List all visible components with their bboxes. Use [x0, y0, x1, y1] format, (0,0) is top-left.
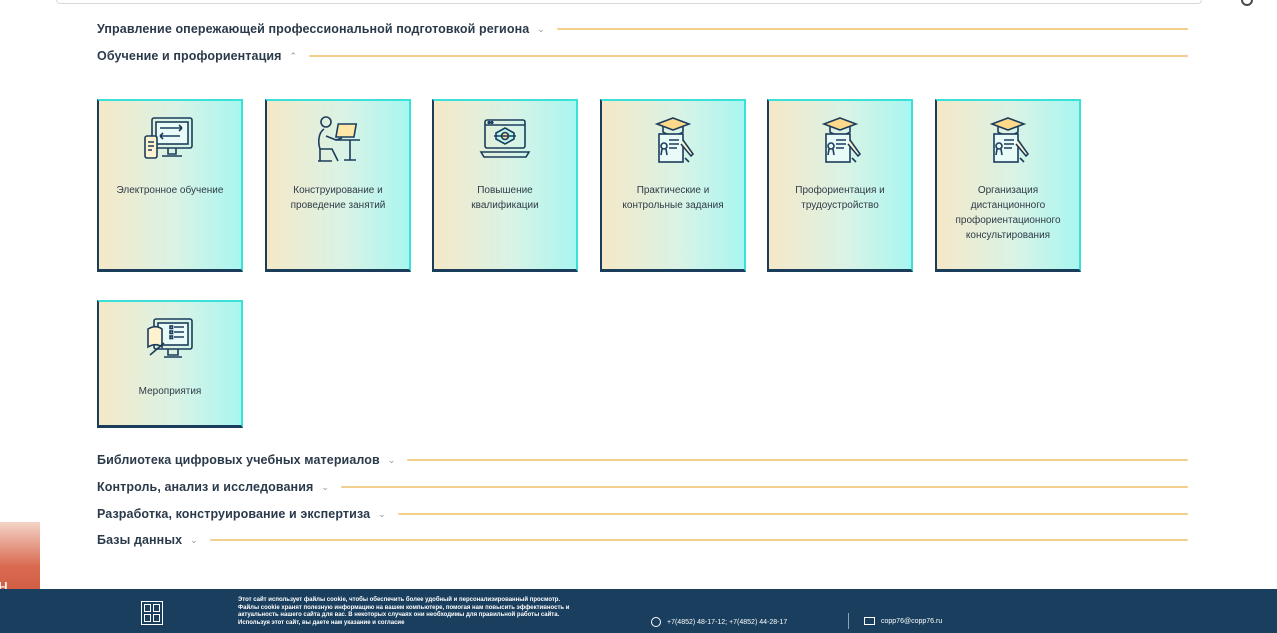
tile-konstruirovanie[interactable]: Конструирование и проведение занятий — [265, 99, 411, 272]
logo-icon[interactable] — [141, 601, 163, 625]
tile-label: Мероприятия — [138, 386, 202, 397]
cookie-notice: Этот сайт использует файлы cookie, чтобы… — [238, 597, 570, 626]
section-divider-line — [340, 486, 1188, 488]
chevron-down-icon[interactable]: ⌄ — [321, 482, 329, 492]
section-upravlenie[interactable]: Управление опережающей профессиональной … — [97, 20, 1188, 38]
section-divider-line — [397, 513, 1188, 515]
computer-elearning-icon — [140, 113, 200, 169]
chevron-down-icon[interactable]: ⌄ — [388, 455, 396, 465]
chevron-down-icon[interactable]: ⌄ — [537, 24, 545, 34]
section-biblioteka[interactable]: Библиотека цифровых учебных материалов ⌄ — [97, 451, 1188, 469]
tile-label: Электронное обучение — [116, 185, 224, 196]
search-bar-edge — [56, 0, 1202, 4]
chevron-down-icon[interactable]: ⌄ — [190, 535, 198, 545]
tile-label: Практические и контрольные задания — [622, 185, 724, 211]
profile-icon[interactable] — [1241, 0, 1253, 6]
section-divider-line — [309, 55, 1188, 57]
section-divider-line — [209, 539, 1188, 541]
laptop-certificate-icon — [475, 113, 535, 169]
tile-elektronnoe-obuchenie[interactable]: Электронное обучение — [97, 99, 243, 272]
tile-meropriyatiya[interactable]: Мероприятия — [97, 300, 243, 428]
footer-email[interactable]: copp76@copp76.ru — [864, 617, 942, 625]
section-bazy-dannyh[interactable]: Базы данных ⌄ — [97, 531, 1188, 549]
email-text[interactable]: copp76@copp76.ru — [881, 618, 942, 625]
graduation-diploma-icon — [810, 113, 870, 169]
section-title[interactable]: Управление опережающей профессиональной … — [97, 22, 529, 36]
tile-distantsionnoe-konsultirovanie[interactable]: Организация дистанционного профориентаци… — [935, 99, 1081, 272]
tile-prakticheskie-zadaniya[interactable]: Практические и контрольные задания — [600, 99, 746, 272]
section-divider-line — [407, 459, 1188, 461]
footer-divider — [848, 613, 849, 629]
mail-icon — [864, 617, 875, 625]
section-title[interactable]: Разработка, конструирование и экспертиза — [97, 507, 370, 521]
tile-label: Организация дистанционного профориентаци… — [955, 185, 1061, 241]
computer-book-checklist-icon — [140, 314, 200, 370]
tile-povyshenie-kvalifikatsii[interactable]: Повышение квалификации — [432, 99, 578, 272]
phone-text[interactable]: +7(4852) 48-17-12; +7(4852) 44-28-17 — [667, 619, 787, 626]
footer: Этот сайт использует файлы cookie, чтобы… — [0, 589, 1277, 633]
chevron-up-icon[interactable]: ⌃ — [290, 51, 298, 61]
person-at-laptop-icon — [308, 113, 368, 169]
section-obuchenie[interactable]: Обучение и профориентация ⌃ — [97, 47, 1188, 65]
tile-label: Профориентация и трудоустройство — [795, 185, 885, 211]
graduation-diploma-icon — [978, 113, 1038, 169]
tile-label: Конструирование и проведение занятий — [290, 185, 386, 211]
graduation-diploma-icon — [643, 113, 703, 169]
tile-label: Повышение квалификации — [471, 185, 539, 211]
section-title[interactable]: Контроль, анализ и исследования — [97, 480, 313, 494]
phone-icon — [651, 617, 661, 627]
section-razrabotka[interactable]: Разработка, конструирование и экспертиза… — [97, 505, 1188, 523]
footer-phone[interactable]: +7(4852) 48-17-12; +7(4852) 44-28-17 — [651, 617, 787, 627]
tile-proforientatsiya[interactable]: Профориентация и трудоустройство — [767, 99, 913, 272]
section-kontrol[interactable]: Контроль, анализ и исследования ⌄ — [97, 478, 1188, 496]
chevron-down-icon[interactable]: ⌄ — [378, 509, 386, 519]
section-title[interactable]: Библиотека цифровых учебных материалов — [97, 453, 380, 467]
section-title[interactable]: Базы данных — [97, 533, 182, 547]
section-title[interactable]: Обучение и профориентация — [97, 49, 282, 63]
section-divider-line — [556, 28, 1188, 30]
